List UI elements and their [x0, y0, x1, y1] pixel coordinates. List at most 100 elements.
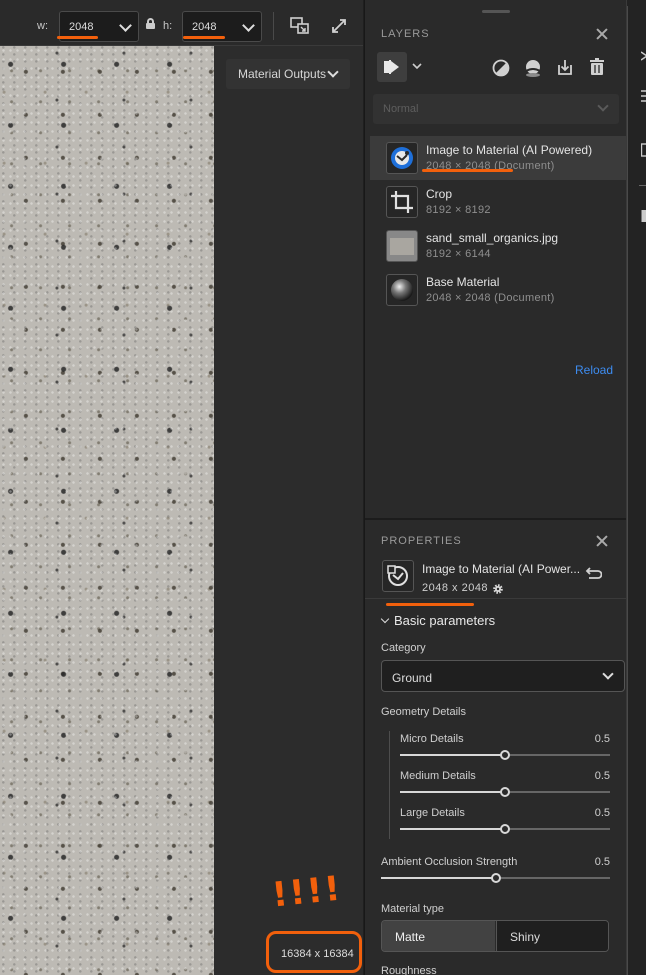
layer-dimensions: 2048 × 2048 (Document) — [426, 292, 555, 304]
reload-link[interactable]: Reload — [575, 363, 613, 377]
section-divider — [365, 598, 627, 599]
slider-label: Ambient Occlusion Strength — [381, 856, 518, 868]
layers-icon[interactable] — [641, 208, 646, 224]
width-value: 2048 — [69, 21, 94, 33]
category-label: Category — [381, 642, 426, 654]
slider-value: 0.5 — [594, 856, 610, 868]
layer-name: Image to Material (AI Powered) — [426, 143, 593, 157]
properties-dimensions: 2048 x 2048 — [422, 582, 489, 594]
ai-material-icon — [386, 142, 418, 174]
basic-parameters-label: Basic parameters — [394, 613, 496, 628]
layer-type-button[interactable] — [377, 52, 407, 82]
slider-handle[interactable] — [500, 750, 510, 760]
panel-grip-handle[interactable] — [482, 10, 510, 13]
lock-icon[interactable] — [146, 18, 155, 29]
slider-handle[interactable] — [490, 873, 501, 883]
slider-value: 0.5 — [594, 807, 610, 819]
height-label: h: — [163, 20, 173, 32]
layer-dimensions: 8192 × 6144 — [426, 248, 491, 260]
category-select[interactable]: Ground — [381, 660, 625, 692]
geometry-details-label: Geometry Details — [381, 706, 466, 718]
annotation-underline — [57, 36, 98, 39]
material-type-toggle[interactable]: Matte Shiny — [381, 920, 609, 952]
image-thumbnail — [386, 230, 418, 262]
slider-handle[interactable] — [500, 824, 510, 834]
mask-icon[interactable] — [491, 58, 511, 78]
canvas-viewport[interactable]: Material Outputs — [0, 46, 363, 975]
gear-icon[interactable] — [492, 583, 504, 595]
roughness-label: Roughness — [381, 965, 437, 975]
chevron-down-icon — [602, 668, 614, 680]
blend-mode-select[interactable]: Normal — [373, 94, 619, 124]
resolution-readout: 16384 x 16384 — [266, 931, 362, 973]
category-value: Ground — [392, 671, 433, 685]
material-preview-image — [0, 46, 214, 975]
material-fill-icon[interactable] — [523, 58, 543, 78]
strip-divider — [639, 185, 646, 186]
sphere-icon — [386, 274, 418, 306]
slider-track[interactable] — [400, 824, 610, 834]
blend-mode-value: Normal — [383, 103, 419, 115]
chevron-down-icon — [119, 19, 132, 32]
material-type-matte[interactable]: Matte — [382, 921, 495, 951]
slider-track[interactable] — [400, 750, 610, 760]
close-icon[interactable] — [596, 28, 608, 40]
material-type-label: Material type — [381, 903, 444, 915]
layer-name: Crop — [426, 187, 453, 201]
slider-track[interactable] — [400, 787, 610, 797]
top-toolbar: w: 2048 h: 2048 — [0, 0, 363, 46]
material-outputs-dropdown[interactable]: Material Outputs — [226, 59, 350, 89]
annotation-exclamations: !!!! — [270, 868, 344, 916]
annotation-underline — [183, 36, 225, 39]
layer-name: Base Material — [426, 275, 500, 289]
fit-view-icon[interactable] — [290, 17, 310, 35]
expand-icon[interactable] — [331, 18, 347, 34]
slider-large-details[interactable]: Large Details 0.5 — [400, 807, 610, 837]
ai-material-icon — [382, 560, 414, 592]
close-icon[interactable] — [596, 535, 608, 547]
adjust-icon[interactable] — [641, 88, 646, 104]
slider-handle[interactable] — [500, 787, 510, 797]
basic-parameters-header[interactable]: Basic parameters — [380, 613, 496, 628]
slider-label: Medium Details — [400, 770, 476, 782]
group-indent-line — [389, 731, 390, 839]
slider-label: Micro Details — [400, 733, 464, 745]
layer-name: sand_small_organics.jpg — [426, 231, 559, 245]
export-icon[interactable] — [555, 57, 575, 77]
material-outputs-label: Material Outputs — [238, 67, 327, 81]
material-type-shiny[interactable]: Shiny — [496, 921, 608, 951]
slider-label: Large Details — [400, 807, 465, 819]
slider-ambient-occlusion[interactable]: Ambient Occlusion Strength 0.5 — [381, 856, 610, 886]
height-value: 2048 — [192, 21, 217, 33]
layer-dimensions: 8192 × 8192 — [426, 204, 491, 216]
section-divider — [365, 518, 627, 520]
slider-micro-details[interactable]: Micro Details 0.5 — [400, 733, 610, 763]
width-label: w: — [37, 20, 48, 32]
side-toolbar-strip — [626, 0, 646, 975]
chevron-down-icon — [597, 100, 609, 112]
annotation-underline — [422, 169, 513, 172]
chevron-down-icon — [380, 614, 390, 624]
panel-icon[interactable] — [641, 142, 646, 158]
resolution-text: 16384 x 16384 — [281, 948, 354, 960]
properties-title: PROPERTIES — [381, 535, 462, 547]
layer-item[interactable]: Base Material 2048 × 2048 (Document) — [370, 268, 627, 312]
layer-item[interactable]: sand_small_organics.jpg 8192 × 6144 — [370, 224, 627, 268]
properties-layer-name: Image to Material (AI Power... — [422, 562, 581, 576]
toolbar-divider — [273, 12, 274, 40]
chevron-down-icon — [242, 19, 255, 32]
trash-icon[interactable] — [587, 57, 607, 77]
slider-medium-details[interactable]: Medium Details 0.5 — [400, 770, 610, 800]
chevron-down-icon[interactable] — [412, 62, 422, 70]
chevron-down-icon — [327, 66, 339, 78]
slider-track[interactable] — [381, 873, 610, 883]
slider-value: 0.5 — [594, 770, 610, 782]
arrow-icon[interactable] — [641, 48, 646, 64]
layer-item[interactable]: Image to Material (AI Powered) 2048 × 20… — [370, 136, 627, 180]
layers-title: LAYERS — [381, 28, 430, 40]
reset-icon[interactable] — [584, 566, 602, 582]
crop-icon — [386, 186, 418, 218]
layer-item[interactable]: Crop 8192 × 8192 — [370, 180, 627, 224]
annotation-underline — [386, 603, 474, 606]
right-panel: LAYERS Normal Image to Material (AI Powe… — [364, 0, 627, 975]
